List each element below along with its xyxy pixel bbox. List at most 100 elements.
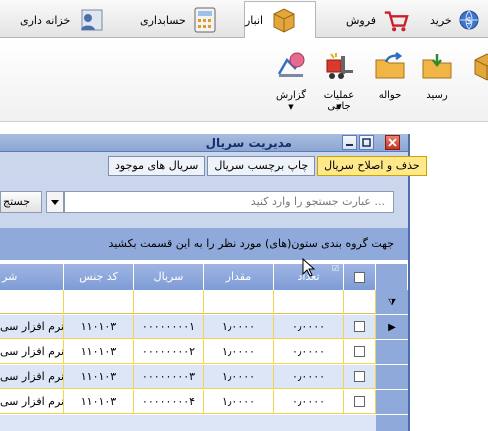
cell-code: ۱۱۰۱۰۳ <box>64 340 134 364</box>
search-input[interactable]: عبارت جستجو را وارد کنید ... <box>64 191 394 213</box>
header-serial-label: سریال <box>153 270 184 283</box>
filter-icon[interactable]: ☑ <box>332 264 339 274</box>
tab-purchase[interactable]: خرید $ <box>430 2 488 38</box>
ribbon-button-receipt[interactable]: رسید <box>416 44 458 116</box>
serial-grid: جهت گروه بندی ستون(های) مورد نظر را به ا… <box>0 228 408 431</box>
row-indicator <box>376 390 408 414</box>
maximize-icon <box>362 138 371 147</box>
group-by-panel[interactable]: جهت گروه بندی ستون(های) مورد نظر را به ا… <box>0 228 408 260</box>
box-icon <box>474 53 488 81</box>
ribbon-button-remittance-label: حواله <box>378 90 402 101</box>
serial-management-window: مدیریت سریال سریال های موجود چاپ برچسب س… <box>0 134 427 431</box>
filter-row-indicator: ⧩ <box>376 290 408 314</box>
tab-treasury[interactable]: خزانه داری <box>20 2 112 38</box>
window-titlebar[interactable]: مدیریت سریال <box>0 134 408 152</box>
tab-warehouse-label: انبار <box>245 13 264 27</box>
cell-description: نرم افزار سی <box>0 365 64 389</box>
row-checkbox-cell[interactable] <box>344 340 376 364</box>
table-row[interactable]: ▶ ۰٫۰۰۰۰ ۱٫۰۰۰۰ ۰۰۰۰۰۰۰۰۱ ۱۱۰۱۰۳ نرم افز… <box>0 315 408 339</box>
minimize-button[interactable] <box>342 135 357 150</box>
row-indicator: ▶ <box>376 315 408 339</box>
table-row[interactable]: ۰٫۰۰۰۰ ۱٫۰۰۰۰ ۰۰۰۰۰۰۰۰۲ ۱۱۰۱۰۳ نرم افزار… <box>0 340 408 364</box>
cell-amount: ۱٫۰۰۰۰ <box>204 315 274 339</box>
folder-out-icon <box>375 52 405 79</box>
filter-cell[interactable] <box>134 290 204 314</box>
filter-cell[interactable] <box>344 290 376 314</box>
table-row[interactable]: ۰٫۰۰۰۰ ۱٫۰۰۰۰ ۰۰۰۰۰۰۰۰۴ ۱۱۰۱۰۳ نرم افزار… <box>0 390 408 414</box>
tab-accounting-label: حسابداری <box>140 13 186 27</box>
ribbon-button-receipt-label: رسید <box>426 90 448 101</box>
cell-amount: ۱٫۰۰۰۰ <box>204 340 274 364</box>
header-amount-label: مقدار <box>225 270 252 283</box>
forklift-icon <box>326 53 353 79</box>
cell-description: نرم افزار سی <box>0 340 64 364</box>
chevron-down-icon <box>51 200 59 205</box>
row-indicator <box>376 415 408 431</box>
window-subtabs: سریال های موجود چاپ برچسب سریال حذف و اص… <box>106 156 427 178</box>
filter-cell[interactable] <box>274 290 344 314</box>
row-checkbox-cell[interactable] <box>344 315 376 339</box>
window-title: مدیریت سریال <box>205 136 292 150</box>
filter-row: ⧩ <box>0 290 408 314</box>
ribbon-button-remittance[interactable]: حواله <box>369 44 411 116</box>
cart-icon <box>384 11 409 32</box>
tab-accounting[interactable]: حسابداری <box>140 2 228 38</box>
chart-icon <box>277 52 305 77</box>
row-indicator <box>376 340 408 364</box>
dropdown-arrow-icon: ▼ <box>336 103 342 111</box>
filter-funnel-icon: ⧩ <box>387 298 397 308</box>
select-all-checkbox[interactable] <box>354 272 365 283</box>
header-code[interactable]: کد جنس <box>64 264 134 290</box>
cell-serial: ۰۰۰۰۰۰۰۰۳ <box>134 365 204 389</box>
table-row[interactable] <box>0 415 408 431</box>
ribbon-button-misc[interactable]: اس <box>466 44 488 116</box>
row-indicator <box>376 365 408 389</box>
tab-sales[interactable]: فروش <box>346 2 410 38</box>
cell-description: نرم افزار سی <box>0 315 64 339</box>
ribbon-tabs: خرید $ فروش انبار حسابداری خزانه داری <box>0 0 488 38</box>
maximize-button[interactable] <box>359 135 374 150</box>
current-row-arrow-icon: ▶ <box>388 322 396 333</box>
filter-cell[interactable] <box>204 290 274 314</box>
dropdown-arrow-icon: ▼ <box>288 103 294 111</box>
search-dropdown[interactable] <box>46 191 64 213</box>
row-checkbox-cell[interactable] <box>344 390 376 414</box>
filter-cell[interactable] <box>64 290 134 314</box>
cell-count: ۰٫۰۰۰۰ <box>274 340 344 364</box>
svg-text:$: $ <box>466 16 472 27</box>
tab-warehouse[interactable]: انبار <box>244 1 316 38</box>
ribbon-button-report-label: گزارش <box>275 90 307 101</box>
cell-amount: ۱٫۰۰۰۰ <box>204 365 274 389</box>
tab-purchase-label: خرید <box>430 13 452 27</box>
tab-print-serial-label[interactable]: چاپ برچسب سریال <box>207 156 316 176</box>
search-button[interactable]: جستج <box>0 191 42 213</box>
header-description[interactable]: شر <box>0 264 64 290</box>
tab-sales-label: فروش <box>346 13 377 27</box>
row-checkbox[interactable] <box>354 321 365 332</box>
header-code-label: کد جنس <box>79 270 118 283</box>
ribbon-button-report[interactable]: گزارش ▼ <box>270 44 312 116</box>
header-amount[interactable]: مقدار <box>204 264 274 290</box>
close-button[interactable] <box>385 135 400 150</box>
tab-edit-delete-serial[interactable]: حذف و اصلاح سریال <box>317 156 427 176</box>
cell-serial: ۰۰۰۰۰۰۰۰۴ <box>134 390 204 414</box>
header-indicator <box>376 264 408 290</box>
row-checkbox-cell[interactable] <box>344 365 376 389</box>
folder-in-icon <box>422 54 452 79</box>
row-checkbox[interactable] <box>354 371 365 382</box>
ribbon-button-side-operations[interactable]: عملیات جانبی ▼ <box>318 44 360 116</box>
cell-amount: ۱٫۰۰۰۰ <box>204 390 274 414</box>
table-row[interactable]: ۰٫۰۰۰۰ ۱٫۰۰۰۰ ۰۰۰۰۰۰۰۰۳ ۱۱۰۱۰۳ نرم افزار… <box>0 365 408 389</box>
cell-code: ۱۱۰۱۰۳ <box>64 315 134 339</box>
cell-count: ۰٫۰۰۰۰ <box>274 365 344 389</box>
filter-cell[interactable] <box>0 290 64 314</box>
row-checkbox[interactable] <box>354 396 365 407</box>
row-checkbox[interactable] <box>354 346 365 357</box>
ribbon-panel: اس رسید حواله عملیات جانبی ▼ گزا <box>0 38 488 122</box>
header-select-all[interactable] <box>344 264 376 290</box>
ribbon-button-misc-label: اس <box>472 90 488 101</box>
header-serial[interactable]: سریال <box>134 264 204 290</box>
globe-icon: $ <box>459 10 479 30</box>
cell-description: نرم افزار سی <box>0 390 64 414</box>
tab-available-serials[interactable]: سریال های موجود <box>108 156 206 176</box>
